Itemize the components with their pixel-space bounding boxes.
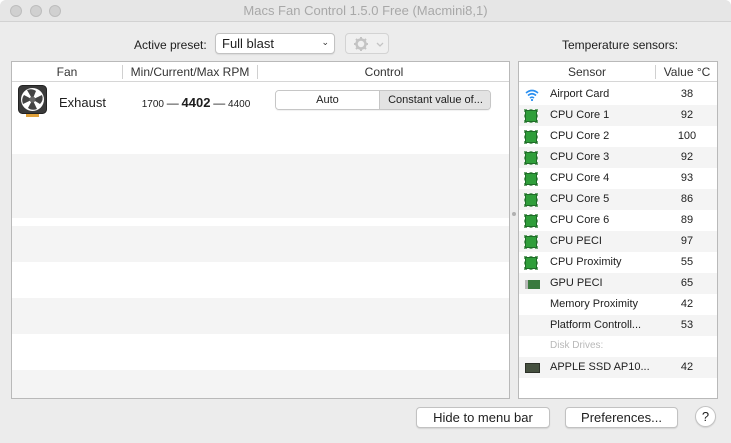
table-stripe xyxy=(12,226,509,262)
table-stripe xyxy=(12,154,509,190)
app-window: Macs Fan Control 1.5.0 Free (Macmini8,1)… xyxy=(0,0,731,443)
header-value[interactable]: Value °C xyxy=(656,65,717,79)
sensor-value: 53 xyxy=(680,319,694,331)
fan-control-segmented: Auto Constant value of... xyxy=(275,90,491,110)
cpu-chip-icon xyxy=(524,256,538,270)
sensor-row[interactable]: CPU Core 3 92 xyxy=(519,147,717,168)
table-stripe xyxy=(12,298,509,334)
fans-table-header: Fan Min/Current/Max RPM Control xyxy=(12,62,509,82)
sensor-value: 100 xyxy=(677,130,697,142)
fan-name: Exhaust xyxy=(59,95,106,110)
preferences-button[interactable]: Preferences... xyxy=(565,407,678,428)
temperature-sensors-heading: Temperature sensors: xyxy=(562,38,679,52)
cpu-chip-icon xyxy=(524,172,538,186)
header-control[interactable]: Control xyxy=(258,65,509,79)
sensor-value: 38 xyxy=(680,88,694,100)
header-fan[interactable]: Fan xyxy=(12,65,122,79)
help-button[interactable]: ? xyxy=(695,406,716,427)
sensor-row[interactable]: Memory Proximity 42 xyxy=(519,294,717,315)
auto-button[interactable]: Auto xyxy=(276,91,379,109)
sensor-value: 93 xyxy=(680,172,694,184)
preset-select[interactable]: Full blast ⌄ xyxy=(215,33,335,54)
split-view-divider[interactable] xyxy=(512,212,516,216)
sensor-row[interactable]: Platform Controll... 53 xyxy=(519,315,717,336)
sensor-row[interactable]: CPU Core 2 100 xyxy=(519,126,717,147)
sensor-value: 89 xyxy=(680,214,694,226)
sensor-row[interactable]: CPU Core 1 92 xyxy=(519,105,717,126)
sensor-row[interactable]: Airport Card 38 xyxy=(519,84,717,105)
sensor-value: 42 xyxy=(680,361,694,373)
disk-drives-label: Disk Drives: xyxy=(550,340,604,351)
chevron-down-icon: ⌄ xyxy=(321,37,329,47)
rpm-max: 4400 xyxy=(228,99,251,110)
fan-rpm: 1700 — 4402 — 4400 xyxy=(126,95,266,110)
sensor-name: CPU Proximity xyxy=(550,256,622,268)
cpu-chip-icon xyxy=(524,130,538,144)
sensor-name: GPU PECI xyxy=(550,277,603,289)
table-stripe xyxy=(12,370,509,398)
sensor-row[interactable]: APPLE SSD AP10... 42 xyxy=(519,357,717,378)
cpu-chip-icon xyxy=(524,109,538,123)
sensor-name: CPU PECI xyxy=(550,235,602,247)
sensor-value: 86 xyxy=(680,193,694,205)
rpm-separator: — xyxy=(166,96,179,110)
preset-select-value: Full blast xyxy=(222,36,275,51)
sensor-value: 92 xyxy=(680,109,694,121)
sensor-name: CPU Core 4 xyxy=(550,172,610,184)
rpm-current: 4402 xyxy=(181,95,211,110)
sensor-value: 92 xyxy=(680,151,694,163)
sensor-row[interactable]: CPU Core 5 86 xyxy=(519,189,717,210)
sensor-name: CPU Core 1 xyxy=(550,109,610,121)
sensor-name: CPU Core 6 xyxy=(550,214,610,226)
sensor-name: Airport Card xyxy=(550,88,610,100)
cpu-chip-icon xyxy=(524,151,538,165)
ssd-drive-icon xyxy=(525,362,540,373)
sensor-value: 42 xyxy=(680,298,694,310)
header-rpm[interactable]: Min/Current/Max RPM xyxy=(123,65,257,79)
cpu-chip-icon xyxy=(524,235,538,249)
wifi-icon xyxy=(525,89,539,104)
sensor-name: CPU Core 3 xyxy=(550,151,610,163)
sensor-name: CPU Core 5 xyxy=(550,193,610,205)
sensor-row[interactable]: CPU Core 4 93 xyxy=(519,168,717,189)
fan-icon xyxy=(18,85,47,117)
sensor-row[interactable]: CPU PECI 97 xyxy=(519,231,717,252)
fan-row-exhaust[interactable]: Exhaust 1700 — 4402 — 4400 Auto Constant… xyxy=(12,82,509,118)
disk-drives-section-header: Disk Drives: xyxy=(519,336,717,357)
sensors-table-header: Sensor Value °C xyxy=(519,62,717,82)
fans-table: Fan Min/Current/Max RPM Control Exhaust … xyxy=(11,61,510,399)
sensor-name: APPLE SSD AP10... xyxy=(550,361,650,373)
header-sensor[interactable]: Sensor xyxy=(519,65,655,79)
sensor-name: Memory Proximity xyxy=(550,298,639,310)
sensor-name: CPU Core 2 xyxy=(550,130,610,142)
rpm-separator: — xyxy=(213,96,226,110)
sensor-value: 55 xyxy=(680,256,694,268)
constant-value-button[interactable]: Constant value of... xyxy=(379,91,490,109)
sensor-value: 97 xyxy=(680,235,694,247)
sensor-row[interactable]: CPU Core 6 89 xyxy=(519,210,717,231)
gpu-card-icon xyxy=(525,278,540,289)
cpu-chip-icon xyxy=(524,193,538,207)
sensors-table: Sensor Value °C Airport Card 38 CPU Core 1… xyxy=(518,61,718,399)
cpu-chip-icon xyxy=(524,214,538,228)
active-preset-label: Active preset: xyxy=(134,38,207,52)
gear-icon xyxy=(354,37,368,51)
sensor-row[interactable]: GPU PECI 65 xyxy=(519,273,717,294)
sensor-value: 65 xyxy=(680,277,694,289)
window-title: Macs Fan Control 1.5.0 Free (Macmini8,1) xyxy=(243,3,488,18)
preset-settings-button[interactable] xyxy=(345,33,389,54)
title-bar: Macs Fan Control 1.5.0 Free (Macmini8,1) xyxy=(0,0,731,22)
chevron-down-icon xyxy=(376,42,384,47)
rpm-min: 1700 xyxy=(141,99,164,110)
sensor-row[interactable]: CPU Proximity 55 xyxy=(519,252,717,273)
sensor-name: Platform Controll... xyxy=(550,319,642,331)
hide-to-menu-bar-button[interactable]: Hide to menu bar xyxy=(416,407,550,428)
